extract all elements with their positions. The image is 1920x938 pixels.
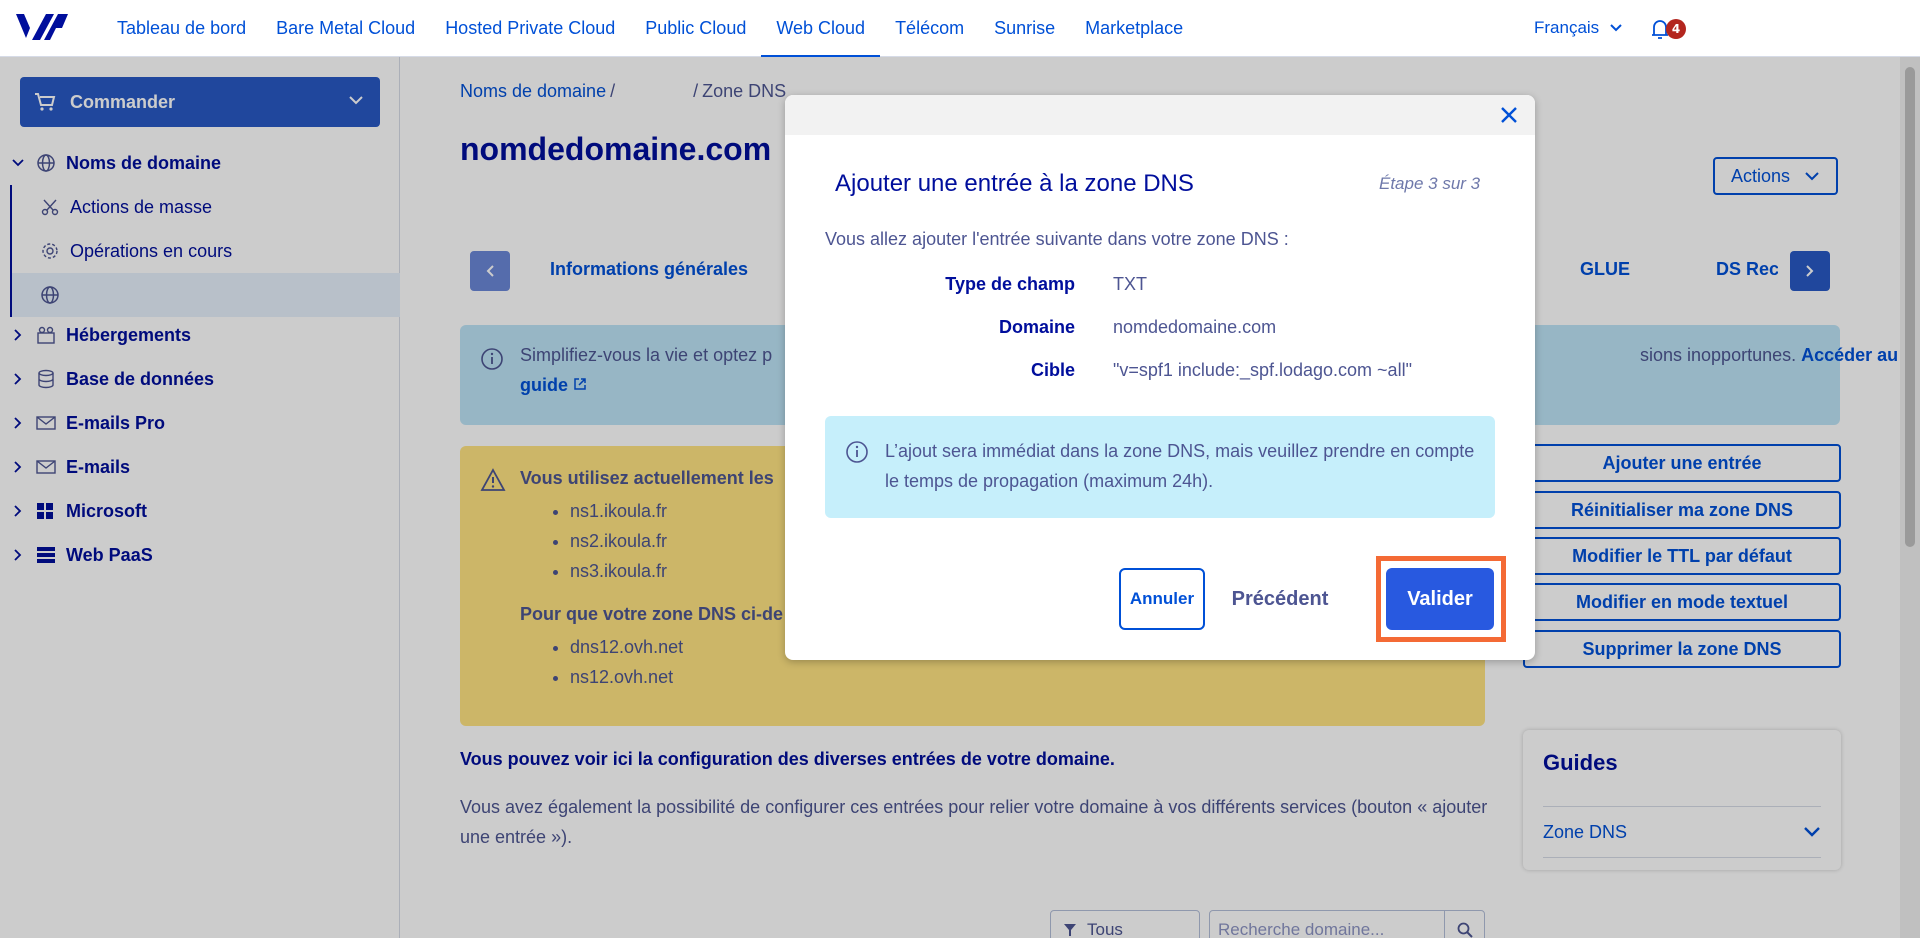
language-label: Français: [1534, 18, 1600, 37]
nav-marketplace[interactable]: Marketplace: [1070, 0, 1198, 57]
nav-public-cloud[interactable]: Public Cloud: [630, 0, 761, 57]
nav-hosted-private-cloud[interactable]: Hosted Private Cloud: [430, 0, 630, 57]
main-nav: Tableau de bord Bare Metal Cloud Hosted …: [102, 0, 1198, 57]
nav-telecom[interactable]: Télécom: [880, 0, 979, 57]
nav-tableau-de-bord[interactable]: Tableau de bord: [102, 0, 261, 57]
nav-sunrise[interactable]: Sunrise: [979, 0, 1070, 57]
modal-title: Ajouter une entrée à la zone DNS: [835, 170, 1194, 197]
language-selector[interactable]: Français: [1534, 0, 1623, 56]
propagation-notice-text: L’ajout sera immédiat dans la zone DNS, …: [885, 441, 1475, 491]
info-icon: [846, 441, 868, 463]
modal-step-indicator: Étape 3 sur 3: [1379, 174, 1481, 193]
ovhcloud-logo[interactable]: [14, 10, 70, 46]
field-target-value: "v=spf1 include:_spf.lodago.com ~all": [1113, 360, 1412, 380]
nav-web-cloud[interactable]: Web Cloud: [761, 0, 881, 57]
propagation-notice: L’ajout sera immédiat dans la zone DNS, …: [825, 416, 1495, 518]
cancel-button[interactable]: Annuler: [1119, 568, 1205, 630]
field-type-label: Type de champ: [945, 274, 1075, 294]
field-type-value: TXT: [1113, 274, 1147, 294]
modal-header: [785, 95, 1535, 135]
nav-bare-metal-cloud[interactable]: Bare Metal Cloud: [261, 0, 430, 57]
previous-button[interactable]: Précédent: [1220, 568, 1340, 630]
field-domain-label: Domaine: [998, 317, 1075, 337]
field-target-label: Cible: [1030, 360, 1075, 380]
field-domain-value: nomdedomaine.com: [1113, 317, 1277, 337]
chevron-down-icon: [1610, 24, 1622, 32]
close-icon[interactable]: [1497, 103, 1521, 127]
notification-badge: 4: [1666, 19, 1686, 39]
modal-intro-text: Vous allez ajouter l'entrée suivante dan…: [825, 229, 1289, 249]
validate-button-highlight: [1376, 556, 1506, 642]
top-navigation-bar: Tableau de bord Bare Metal Cloud Hosted …: [0, 0, 1920, 57]
